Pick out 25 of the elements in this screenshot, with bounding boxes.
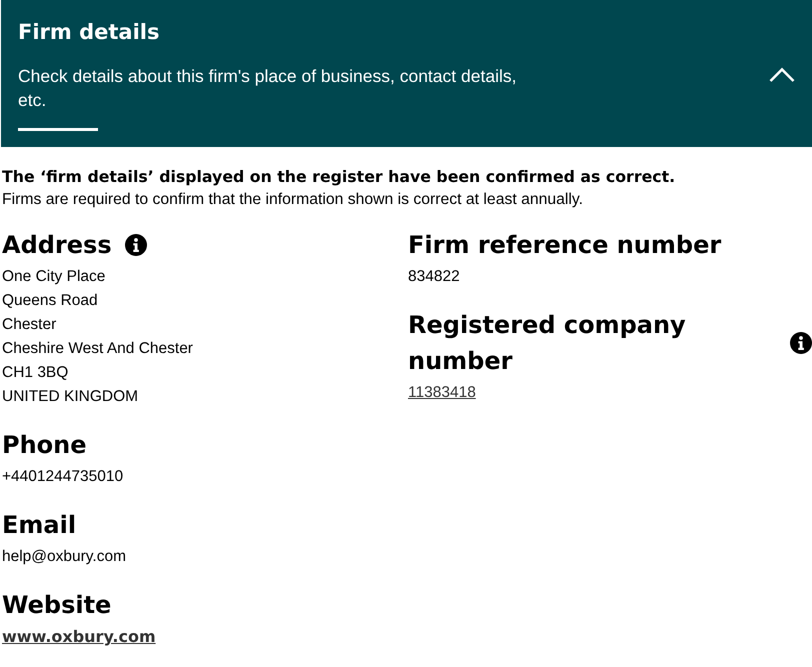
section-heading: Firm reference number: [408, 230, 722, 261]
info-icon[interactable]: [790, 332, 812, 354]
confirmation-note: Firms are required to confirm that the information shown is correct at least annually.: [2, 190, 584, 210]
detail-text: help@oxbury.com: [2, 547, 126, 567]
accordion-header[interactable]: Firm details Check details about this firm's place of business, contact details, etc.: [1, 0, 812, 147]
chevron-icon[interactable]: [769, 67, 795, 82]
detail-text: Chester: [2, 315, 56, 335]
detail-link[interactable]: 11383418: [408, 381, 476, 405]
detail-text: Queens Road: [2, 291, 98, 311]
detail-text: One City Place: [2, 267, 106, 287]
section-heading: Address: [2, 230, 112, 261]
section-heading: Email: [2, 510, 76, 541]
detail-text: 834822: [408, 267, 460, 287]
detail-text: CH1 3BQ: [2, 363, 68, 383]
header-subtitle: Check details about this firm's place of business, contact details, etc.: [18, 65, 518, 112]
detail-link[interactable]: www.oxbury.com: [2, 625, 156, 649]
detail-text: UNITED KINGDOM: [2, 387, 138, 407]
detail-text: +4401244735010: [2, 467, 124, 487]
section-heading: Website: [2, 590, 112, 621]
detail-text: Cheshire West And Chester: [2, 339, 193, 359]
section-heading: Phone: [2, 430, 87, 461]
confirmation-statement: The ‘firm details’ displayed on the register have been confirmed as correct.: [2, 166, 676, 188]
header-title: Firm details: [18, 19, 160, 46]
section-heading: Registered company number: [408, 310, 687, 377]
info-icon[interactable]: [124, 234, 147, 256]
